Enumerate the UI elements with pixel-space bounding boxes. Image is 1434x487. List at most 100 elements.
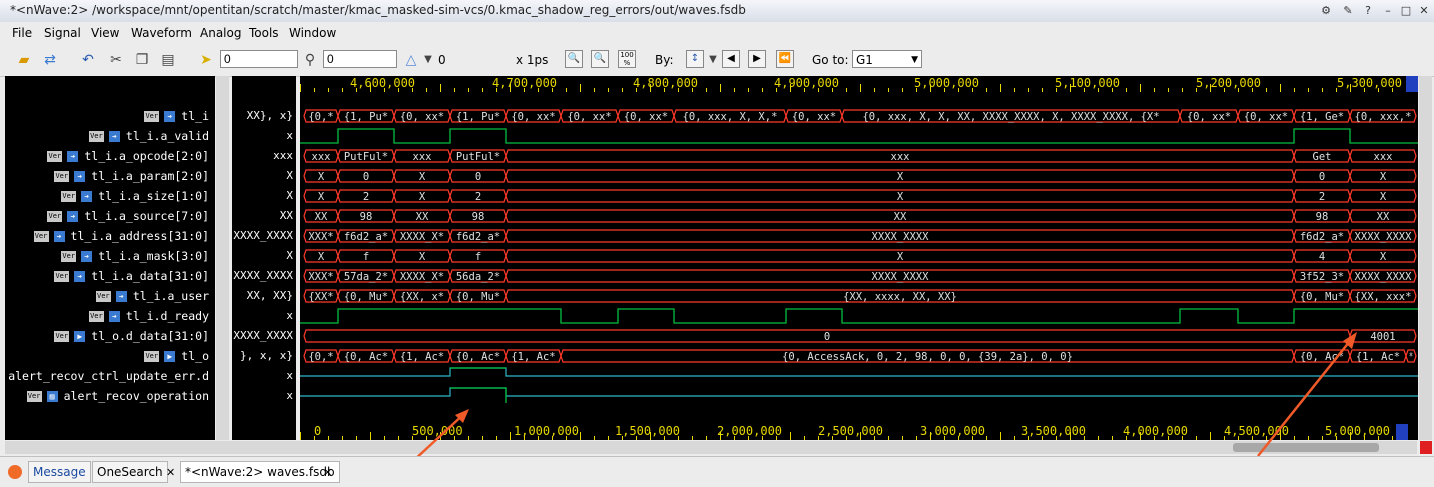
signal-name: tl_i.a_data[31:0] bbox=[91, 269, 209, 283]
ruler-tick bbox=[1238, 436, 1239, 440]
signal-name-row[interactable]: Ver ➔ tl_i.a_mask[3:0] bbox=[61, 247, 209, 265]
bus-value: {1, Ac* bbox=[511, 351, 555, 363]
help-icon[interactable]: ? bbox=[1361, 4, 1375, 18]
ruler-tick bbox=[1070, 84, 1071, 92]
input-port-icon: ➔ bbox=[74, 170, 86, 182]
ruler-tick bbox=[650, 432, 651, 440]
horizontal-scrollbar[interactable] bbox=[5, 441, 1417, 454]
search-back-icon[interactable]: ◀ bbox=[722, 50, 740, 68]
pin-icon[interactable]: ✎ bbox=[1341, 4, 1355, 18]
scrollbar-thumb[interactable] bbox=[1233, 443, 1379, 452]
copy-icon[interactable]: ❐ bbox=[132, 50, 152, 70]
ruler-tick-label: 0 bbox=[314, 424, 322, 438]
zoom-out-icon[interactable]: 🔍 bbox=[565, 50, 583, 68]
ruler-tick bbox=[328, 88, 329, 92]
bus-value: * bbox=[1409, 351, 1413, 363]
cursor-time-input[interactable] bbox=[220, 50, 298, 68]
signal-value: XXXX_XXXX bbox=[233, 269, 293, 282]
time-unit-label[interactable]: x 1ps bbox=[516, 53, 548, 67]
input-port-icon: ➔ bbox=[81, 190, 93, 202]
reload-icon[interactable]: ⇄ bbox=[40, 50, 60, 70]
verilog-icon: Ver bbox=[47, 210, 63, 222]
rewind-icon[interactable]: ⏪ bbox=[776, 50, 794, 68]
signal-name-row[interactable]: alert_recov_ctrl_update_err.d bbox=[8, 367, 209, 385]
cursor-icon[interactable]: ➤ bbox=[196, 50, 216, 70]
settings-icon[interactable]: ⚙ bbox=[1319, 4, 1333, 18]
time-ruler-top[interactable]: 4,600,000 4,700,000 4,800,000 4,900,000 5,00… bbox=[300, 76, 1406, 92]
bus-value: {XX, xxxx, XX, XX} bbox=[843, 291, 957, 303]
waveform-canvas[interactable]: {0,* {1, Pu* {0, xx* {1, Pu* {0, xx* {0, xx* {… bbox=[300, 76, 1418, 440]
ruler-tick bbox=[776, 88, 777, 92]
marker-icon[interactable]: ⚲ bbox=[300, 50, 320, 70]
signal-name-row[interactable]: Ver ➔ tl_i.a_param[2:0] bbox=[54, 167, 209, 185]
ruler-tick bbox=[790, 84, 791, 92]
ruler-tick bbox=[1280, 432, 1281, 440]
ruler-tick bbox=[1182, 436, 1183, 440]
signal-value-pane[interactable]: XX}, x} x xxx X X XX XXXX_XXXX X XXXX_XXXX XX, XX… bbox=[232, 76, 296, 440]
ruler-tick-label: 4,000,000 bbox=[1123, 424, 1189, 438]
signal-name-row[interactable]: Ver ➔ tl_i.d_ready bbox=[88, 307, 209, 325]
verilog-icon: Ver bbox=[88, 310, 104, 322]
ruler-tick bbox=[496, 88, 497, 92]
menu-file[interactable]: File bbox=[12, 26, 32, 40]
signal-name-pane[interactable]: Ver ➔ tl_i Ver ➔ tl_i.a_valid Ver ➔ tl_i.a_opcod… bbox=[5, 76, 215, 440]
ruler-tick bbox=[566, 436, 567, 440]
bus-value: 2 bbox=[475, 191, 481, 203]
zoom-in-icon[interactable]: 🔍 bbox=[591, 50, 609, 68]
time-ruler-bottom[interactable]: 0 500,000 1,000,000 1,500,000 2,000,000 2,500… bbox=[300, 424, 1406, 440]
signal-name-row[interactable]: Ver ➔ tl_i.a_opcode[2:0] bbox=[47, 147, 209, 165]
close-icon[interactable]: ✕ bbox=[1417, 4, 1431, 18]
search-direction-icon[interactable]: ↕ bbox=[686, 50, 704, 68]
menu-signal[interactable]: Signal bbox=[44, 26, 81, 40]
menu-analog[interactable]: Analog bbox=[200, 26, 241, 40]
signal-name-row[interactable]: Ver ▶ tl_o bbox=[144, 347, 209, 365]
tab-waves[interactable]: *<nWave:2> waves.fsdb bbox=[180, 461, 340, 483]
close-tab-icon[interactable]: ✕ bbox=[323, 466, 332, 479]
maximize-icon[interactable]: □ bbox=[1399, 4, 1413, 18]
signal-name-row[interactable]: Ver ➔ tl_i.a_user bbox=[95, 287, 209, 305]
bus-value: 2 bbox=[363, 191, 369, 203]
wave-pane-scrollbar[interactable] bbox=[1419, 76, 1432, 440]
undo-icon[interactable]: ↶ bbox=[78, 50, 98, 70]
overview-window-marker[interactable] bbox=[1396, 424, 1408, 440]
cut-icon[interactable]: ✂ bbox=[106, 50, 126, 70]
signal-pane-scrollbar[interactable] bbox=[216, 76, 229, 440]
marker-time-input[interactable] bbox=[323, 50, 397, 68]
bus-value: 0 bbox=[824, 331, 830, 343]
zoom-fit-icon[interactable]: 100 % bbox=[618, 50, 636, 68]
signal-value: XX}, x} bbox=[246, 109, 293, 122]
signal-name-row[interactable]: Ver ➔ tl_i.a_address[31:0] bbox=[33, 227, 209, 245]
signal-name-row[interactable]: Ver ➔ tl_i bbox=[144, 107, 209, 125]
paste-icon[interactable]: ▤ bbox=[158, 50, 178, 70]
waveform-pane[interactable]: {0,* {1, Pu* {0, xx* {1, Pu* {0, xx* {0, xx* {… bbox=[300, 76, 1418, 440]
signal-name-row[interactable]: Ver ➔ tl_i.a_source[7:0] bbox=[47, 207, 209, 225]
bus-value: {0, xx* bbox=[567, 111, 611, 123]
ruler-tick bbox=[454, 88, 455, 92]
minimize-icon[interactable]: – bbox=[1381, 4, 1395, 18]
menu-window[interactable]: Window bbox=[289, 26, 336, 40]
ruler-tick bbox=[1224, 436, 1225, 440]
ruler-tick bbox=[1126, 88, 1127, 92]
tab-onesearch[interactable]: OneSearch bbox=[92, 461, 168, 483]
chevron-down-icon[interactable]: ▼ bbox=[418, 50, 438, 70]
goto-select[interactable]: G1 ▼ bbox=[852, 50, 922, 68]
open-folder-icon[interactable]: ▰ bbox=[14, 50, 34, 70]
signal-name-row[interactable]: Ver ➔ tl_i.a_size[1:0] bbox=[61, 187, 209, 205]
chevron-down-icon[interactable]: ▼ bbox=[703, 50, 723, 70]
signal-name-row[interactable]: Ver ➔ tl_i.a_data[31:0] bbox=[54, 267, 209, 285]
ruler-tick bbox=[622, 88, 623, 92]
menu-tools[interactable]: Tools bbox=[249, 26, 279, 40]
signal-name-row[interactable]: Ver ➔ tl_i.a_valid bbox=[88, 127, 209, 145]
close-tab-icon[interactable]: ✕ bbox=[166, 466, 175, 479]
bus-value: {1, Ac* bbox=[400, 351, 444, 363]
menu-waveform[interactable]: Waveform bbox=[131, 26, 192, 40]
tab-message[interactable]: Message bbox=[28, 461, 91, 483]
ruler-tick bbox=[1336, 88, 1337, 92]
ruler-tick bbox=[1196, 436, 1197, 440]
signal-name-row[interactable]: Ver ▶ tl_o.d_data[31:0] bbox=[54, 327, 209, 345]
search-forward-icon[interactable]: ▶ bbox=[748, 50, 766, 68]
ruler-tick bbox=[1154, 436, 1155, 440]
bus-value: {0, AccessAck, 0, 2, 98, 0, 0, {39, 2a},… bbox=[782, 351, 1073, 363]
signal-name-row[interactable]: Ver ▨ alert_recov_operation bbox=[26, 387, 209, 405]
menu-view[interactable]: View bbox=[91, 26, 119, 40]
